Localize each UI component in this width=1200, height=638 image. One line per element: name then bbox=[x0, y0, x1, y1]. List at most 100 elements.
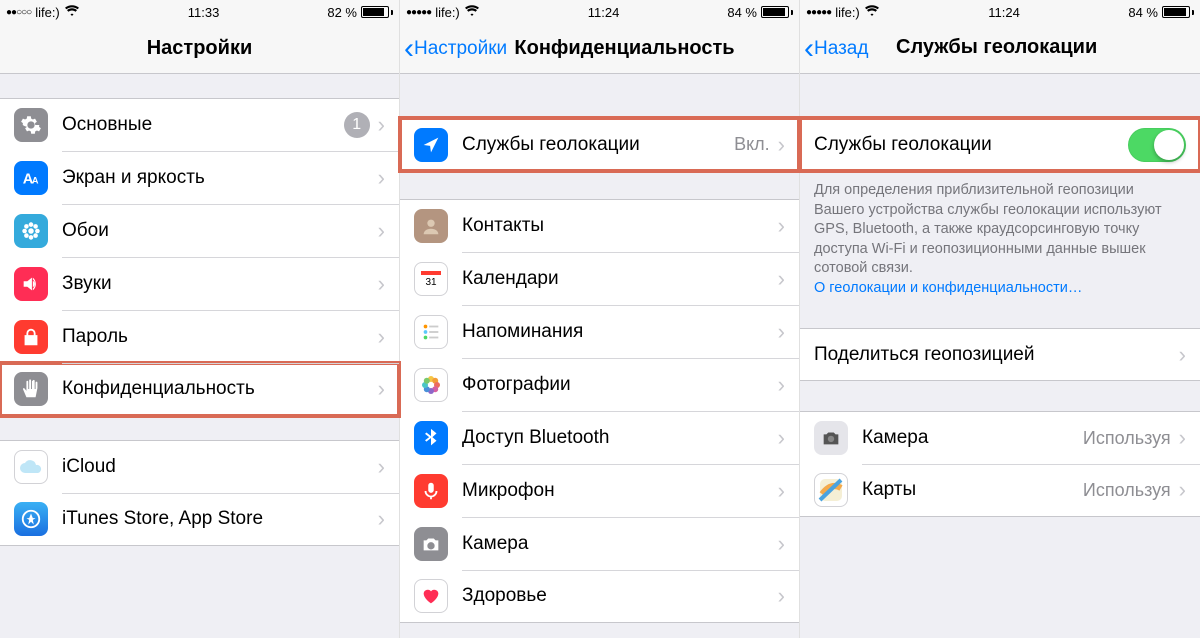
signal-dots-icon: ●●●●● bbox=[806, 7, 831, 18]
row-label: Камера bbox=[862, 427, 1083, 449]
nav-back-button[interactable]: ‹ Назад bbox=[800, 34, 868, 64]
nav-bar: ‹ Настройки Конфиденциальность bbox=[400, 24, 799, 74]
row-label: Контакты bbox=[462, 215, 778, 237]
photos-icon bbox=[414, 368, 448, 402]
nav-back-button[interactable]: ‹ Настройки bbox=[400, 34, 507, 64]
row-wallpaper[interactable]: Обои › bbox=[0, 204, 399, 257]
svg-text:31: 31 bbox=[425, 277, 437, 288]
row-reminders[interactable]: Напоминания › bbox=[400, 305, 799, 358]
gear-icon bbox=[14, 108, 48, 142]
microphone-icon bbox=[414, 474, 448, 508]
row-health[interactable]: Здоровье › bbox=[400, 570, 799, 623]
location-arrow-icon bbox=[414, 128, 448, 162]
appstore-icon bbox=[14, 502, 48, 536]
carrier-label: life:) bbox=[435, 5, 460, 20]
chevron-right-icon: › bbox=[778, 531, 785, 557]
row-calendars[interactable]: 31 Календари › bbox=[400, 252, 799, 305]
row-detail: Используя bbox=[1083, 480, 1171, 501]
chevron-right-icon: › bbox=[778, 319, 785, 345]
row-microphone[interactable]: Микрофон › bbox=[400, 464, 799, 517]
chevron-right-icon: › bbox=[378, 376, 385, 402]
battery-icon bbox=[361, 6, 393, 18]
location-services-screen: ●●●●● life:) 11:24 84 % ‹ Назад Службы г… bbox=[800, 0, 1200, 638]
row-passcode[interactable]: Пароль › bbox=[0, 310, 399, 363]
row-app-camera[interactable]: Камера Используя › bbox=[800, 411, 1200, 464]
row-photos[interactable]: Фотографии › bbox=[400, 358, 799, 411]
chevron-right-icon: › bbox=[378, 218, 385, 244]
reminders-icon bbox=[414, 315, 448, 349]
calendar-icon: 31 bbox=[414, 262, 448, 296]
row-label: Календари bbox=[462, 268, 778, 290]
location-apps-group: Камера Используя › Карты Используя › bbox=[800, 411, 1200, 517]
battery-icon bbox=[761, 6, 793, 18]
chevron-right-icon: › bbox=[378, 454, 385, 480]
row-camera[interactable]: Камера › bbox=[400, 517, 799, 570]
camera-icon bbox=[414, 527, 448, 561]
battery-pct: 84 % bbox=[727, 5, 757, 20]
battery-pct: 84 % bbox=[1128, 5, 1158, 20]
contacts-icon bbox=[414, 209, 448, 243]
row-label: Поделиться геопозицией bbox=[814, 344, 1179, 366]
flower-icon bbox=[14, 214, 48, 248]
battery-icon bbox=[1162, 6, 1194, 18]
row-itunes[interactable]: iTunes Store, App Store › bbox=[0, 493, 399, 546]
row-label: Доступ Bluetooth bbox=[462, 427, 778, 449]
signal-dots-icon: ●●●●● bbox=[406, 7, 431, 18]
row-label: Напоминания bbox=[462, 321, 778, 343]
settings-group-accounts: iCloud › iTunes Store, App Store › bbox=[0, 440, 399, 546]
footer-body: Для определения приблизительной геопозиц… bbox=[814, 182, 1162, 276]
cloud-icon bbox=[14, 450, 48, 484]
row-label: Здоровье bbox=[462, 585, 778, 607]
row-label: Службы геолокации bbox=[462, 134, 734, 156]
row-bluetooth[interactable]: Доступ Bluetooth › bbox=[400, 411, 799, 464]
row-share-location[interactable]: Поделиться геопозицией › bbox=[800, 328, 1200, 381]
row-privacy[interactable]: Конфиденциальность › bbox=[0, 363, 399, 416]
status-time: 11:24 bbox=[588, 5, 620, 20]
text-size-icon: AA bbox=[14, 161, 48, 195]
row-display[interactable]: AA Экран и яркость › bbox=[0, 151, 399, 204]
nav-title: Настройки bbox=[0, 37, 399, 60]
privacy-screen: ●●●●● life:) 11:24 84 % ‹ Настройки Конф… bbox=[400, 0, 800, 638]
chevron-right-icon: › bbox=[378, 112, 385, 138]
chevron-right-icon: › bbox=[378, 506, 385, 532]
row-label: Микрофон bbox=[462, 480, 778, 502]
status-time: 11:33 bbox=[188, 5, 220, 20]
about-location-link[interactable]: О геолокации и конфиденциальности… bbox=[814, 280, 1082, 296]
row-label: Конфиденциальность bbox=[62, 378, 378, 400]
row-label: Звуки bbox=[62, 273, 378, 295]
row-label: Пароль bbox=[62, 326, 378, 348]
status-bar: ●●●●● life:) 11:24 84 % bbox=[800, 0, 1200, 24]
wifi-icon bbox=[864, 5, 880, 20]
svg-text:A: A bbox=[32, 175, 39, 185]
nav-back-label: Назад bbox=[814, 38, 868, 60]
chevron-right-icon: › bbox=[778, 583, 785, 609]
row-location-toggle[interactable]: Службы геолокации bbox=[800, 118, 1200, 171]
row-label: Экран и яркость bbox=[62, 167, 378, 189]
row-label: iTunes Store, App Store bbox=[62, 508, 378, 530]
location-footer: Для определения приблизительной геопозиц… bbox=[800, 171, 1200, 308]
battery-pct: 82 % bbox=[327, 5, 357, 20]
nav-back-label: Настройки bbox=[414, 38, 507, 60]
row-sounds[interactable]: Звуки › bbox=[0, 257, 399, 310]
nav-bar: Настройки bbox=[0, 24, 399, 74]
row-app-maps[interactable]: Карты Используя › bbox=[800, 464, 1200, 517]
wifi-icon bbox=[464, 5, 480, 20]
status-bar: ●●○○○ life:) 11:33 82 % bbox=[0, 0, 399, 24]
row-location-services[interactable]: Службы геолокации Вкл. › bbox=[400, 118, 799, 171]
row-label: Основные bbox=[62, 114, 344, 136]
location-services-toggle[interactable] bbox=[1128, 128, 1186, 162]
row-icloud[interactable]: iCloud › bbox=[0, 440, 399, 493]
hand-icon bbox=[14, 372, 48, 406]
wifi-icon bbox=[64, 5, 80, 20]
nav-bar: ‹ Назад Службы геолокации bbox=[800, 24, 1200, 74]
row-general[interactable]: Основные 1 › bbox=[0, 98, 399, 151]
settings-root-screen: ●●○○○ life:) 11:33 82 % Настройки bbox=[0, 0, 400, 638]
nav-title: Службы геолокации bbox=[896, 36, 1097, 59]
chevron-right-icon: › bbox=[778, 372, 785, 398]
status-time: 11:24 bbox=[988, 5, 1020, 20]
chevron-right-icon: › bbox=[378, 271, 385, 297]
row-label: Камера bbox=[462, 533, 778, 555]
row-contacts[interactable]: Контакты › bbox=[400, 199, 799, 252]
carrier-label: life:) bbox=[835, 5, 860, 20]
chevron-right-icon: › bbox=[378, 165, 385, 191]
